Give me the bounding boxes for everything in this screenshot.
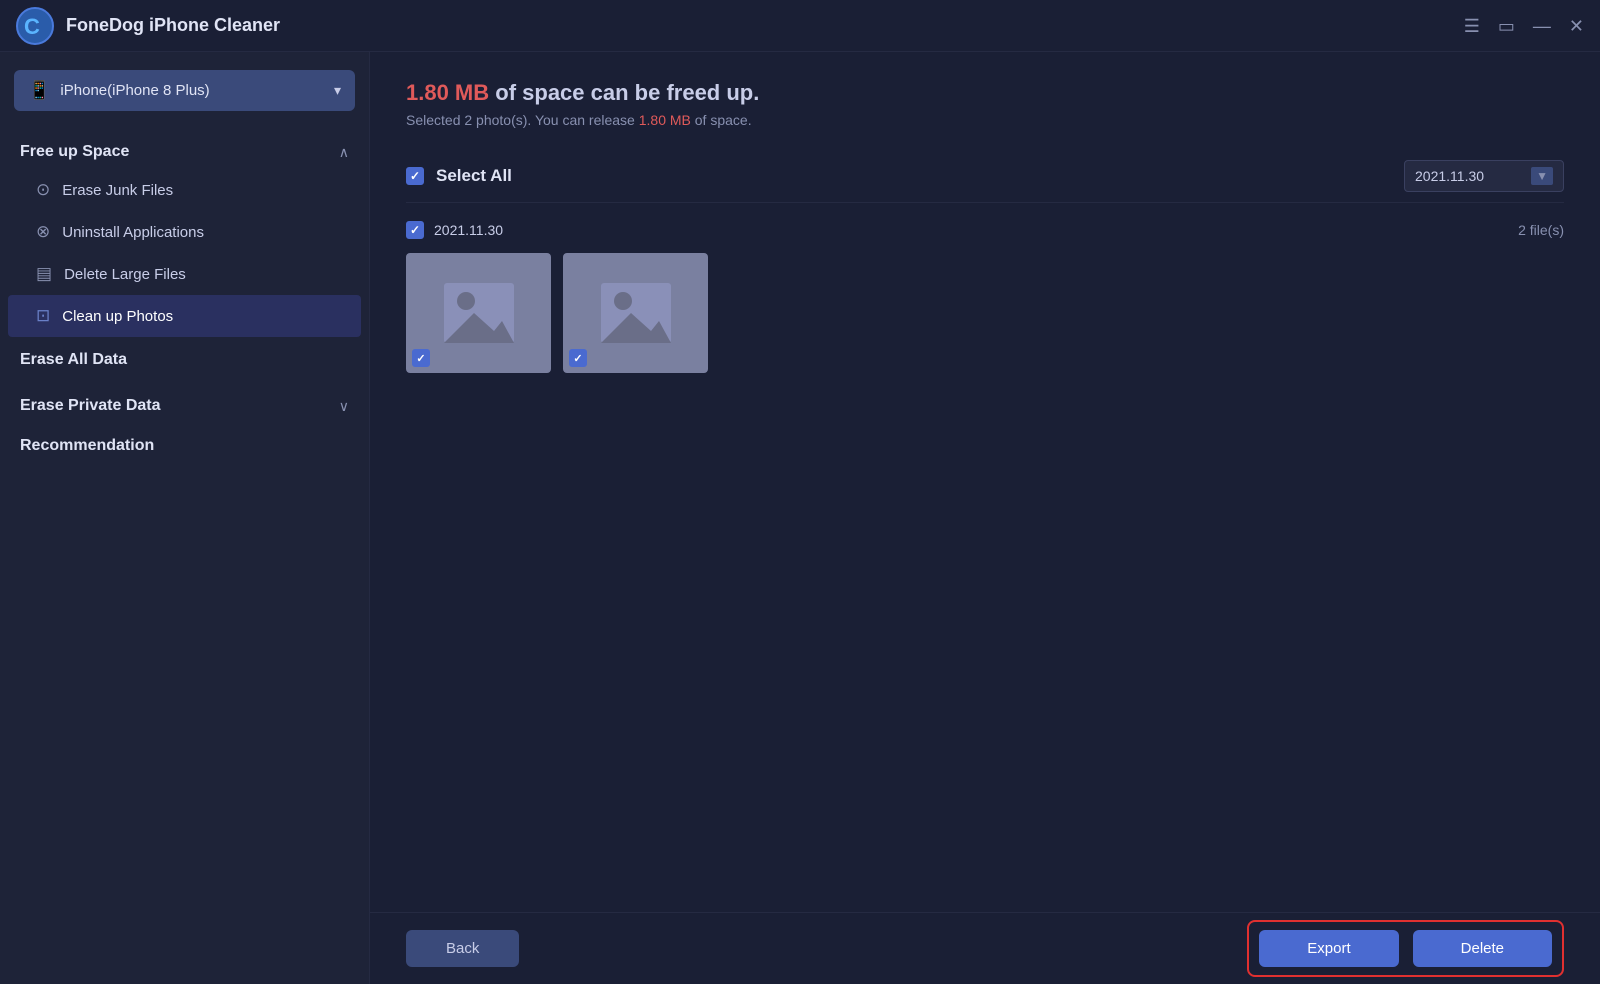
svg-text:C: C [24,14,40,39]
bottom-bar: Back Export Delete [370,912,1600,984]
back-button[interactable]: Back [406,930,519,967]
close-button[interactable]: ✕ [1569,16,1584,37]
device-selector[interactable]: 📱 iPhone(iPhone 8 Plus) ▾ [14,70,355,111]
sidebar-item-delete-large[interactable]: ▤ Delete Large Files [8,253,361,295]
group-checkbox[interactable] [406,221,424,239]
uninstall-icon: ⊗ [36,222,50,242]
delete-button[interactable]: Delete [1413,930,1552,967]
space-text: of space can be freed up. [489,80,759,105]
file-icon: ▤ [36,264,52,284]
photo-group-date: 2021.11.30 [434,222,503,238]
space-info-primary: 1.80 MB of space can be freed up. [406,80,1564,106]
sidebar-item-erase-junk[interactable]: ⊙ Erase Junk Files [8,169,361,211]
sidebar-item-label: Erase Junk Files [62,182,173,199]
sidebar: 📱 iPhone(iPhone 8 Plus) ▾ Free up Space … [0,52,370,984]
window-controls: ☰ ▭ — ✕ [1464,0,1584,52]
release-amount: 1.80 MB [639,112,691,128]
phone-icon: 📱 [28,80,50,101]
photo-placeholder-icon-1 [444,283,514,343]
titlebar: C FoneDog iPhone Cleaner ☰ ▭ — ✕ [0,0,1600,52]
recommendation-title: Recommendation [20,437,154,454]
main-content: 1.80 MB of space can be freed up. Select… [370,52,1600,984]
erase-all-data-section[interactable]: Erase All Data [0,337,369,383]
chat-icon[interactable]: ▭ [1498,16,1515,37]
clock-icon: ⊙ [36,180,50,200]
free-up-space-chevron: ∧ [339,144,349,161]
subtitle-mid: photo(s). You can release [472,112,639,128]
export-button[interactable]: Export [1259,930,1398,967]
app-logo: C [16,7,54,45]
photo-group-header: 2021.11.30 2 file(s) [406,217,1564,243]
sidebar-item-uninstall-apps[interactable]: ⊗ Uninstall Applications [8,211,361,253]
dropdown-arrow-icon: ▼ [1531,167,1553,185]
action-buttons-group: Export Delete [1247,920,1564,977]
photo-placeholder-icon-2 [601,283,671,343]
subtitle-suffix: of space. [691,112,752,128]
space-info: 1.80 MB of space can be freed up. Select… [406,80,1564,128]
date-filter-dropdown[interactable]: 2021.11.30 ▼ [1404,160,1564,192]
sidebar-item-clean-photos[interactable]: ⊡ Clean up Photos [8,295,361,337]
erase-private-chevron-icon: ∨ [339,398,349,415]
photo-thumbnail-2[interactable] [563,253,708,373]
device-chevron-icon: ▾ [334,82,341,99]
device-name: iPhone(iPhone 8 Plus) [60,82,209,99]
select-all-checkbox[interactable] [406,167,424,185]
photo-grid [406,253,1564,373]
erase-private-data-title: Erase Private Data [20,397,161,415]
photo-checkbox-1[interactable] [412,349,430,367]
sidebar-item-label: Clean up Photos [62,308,173,325]
recommendation-section[interactable]: Recommendation [0,423,369,469]
erase-all-data-title: Erase All Data [20,351,127,368]
minimize-button[interactable]: — [1533,16,1551,37]
selected-count: 2 [464,112,472,128]
photo-thumbnail-1[interactable] [406,253,551,373]
sidebar-item-label: Uninstall Applications [62,224,204,241]
erase-private-data-section[interactable]: Erase Private Data ∨ [0,383,369,423]
select-all-label: Select All [436,166,512,186]
space-amount: 1.80 MB [406,80,489,105]
photo-group-count: 2 file(s) [1518,222,1564,238]
select-all-row: Select All 2021.11.30 ▼ [406,150,1564,203]
photo-checkbox-2[interactable] [569,349,587,367]
menu-icon[interactable]: ☰ [1464,16,1480,37]
photo-group: 2021.11.30 2 file(s) [406,217,1564,373]
sidebar-item-label: Delete Large Files [64,266,186,283]
free-up-space-section[interactable]: Free up Space ∧ [0,129,369,169]
space-info-secondary: Selected 2 photo(s). You can release 1.8… [406,112,1564,128]
free-up-space-title: Free up Space [20,143,129,161]
date-filter-text: 2021.11.30 [1415,168,1523,184]
subtitle-prefix: Selected [406,112,464,128]
app-title: FoneDog iPhone Cleaner [66,15,280,36]
photos-icon: ⊡ [36,306,50,326]
